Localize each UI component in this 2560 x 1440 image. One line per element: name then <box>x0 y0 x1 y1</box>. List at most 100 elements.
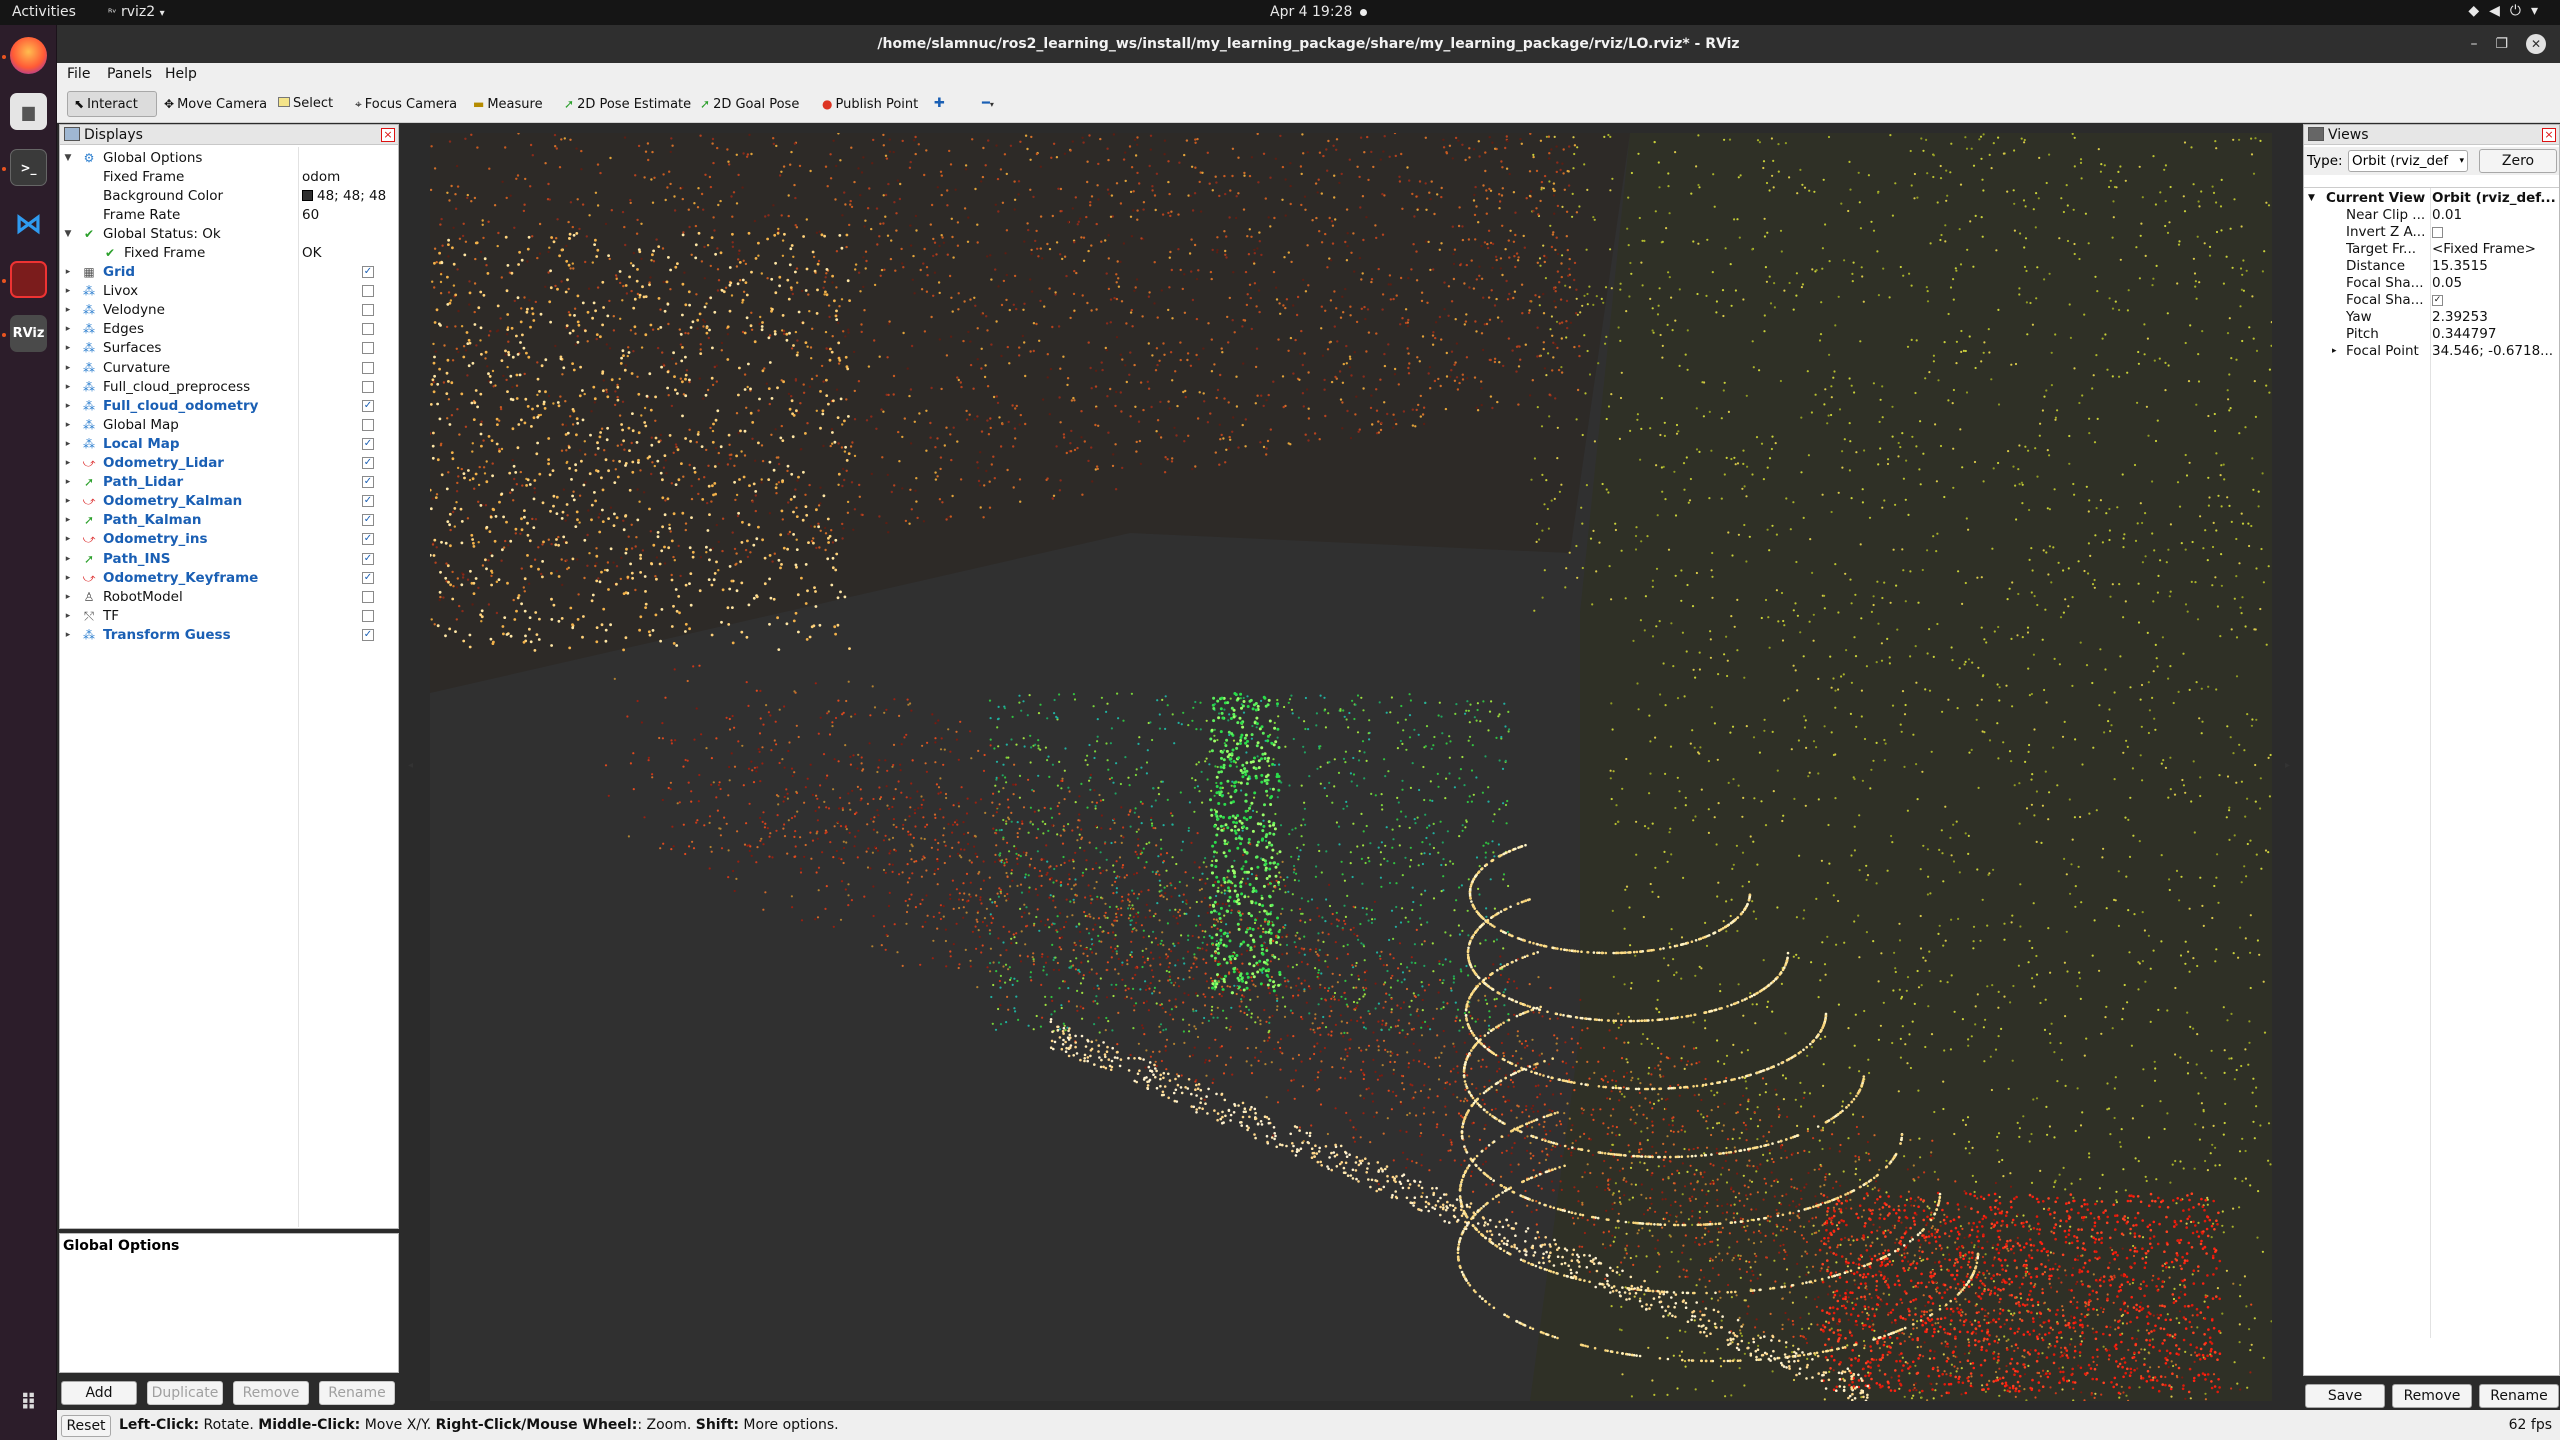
apps-grid-icon[interactable]: ⠿ <box>10 1385 47 1422</box>
window-titlebar[interactable]: /home/slamnuc/ros2_learning_ws/install/m… <box>57 25 2560 63</box>
expand-arrow-icon[interactable]: ▸ <box>62 511 74 530</box>
expand-arrow-icon[interactable]: ▸ <box>62 454 74 473</box>
display-item-row[interactable]: ▸ ⁂ Full_cloud_odometry ✓ <box>60 397 398 416</box>
expand-arrow-icon[interactable]: ▸ <box>62 301 74 320</box>
render-3d-viewport[interactable] <box>430 133 2272 1401</box>
close-icon[interactable]: × <box>381 128 395 142</box>
activities-button[interactable]: Activities <box>12 4 76 20</box>
display-enable-checkbox[interactable]: ✓ <box>362 476 374 489</box>
menu-file[interactable]: File <box>67 66 90 82</box>
expand-arrow-icon[interactable]: ▸ <box>62 588 74 607</box>
display-enable-checkbox[interactable]: ✓ <box>362 533 374 546</box>
expand-arrow-icon[interactable]: ▸ <box>62 492 74 511</box>
remove-display-button[interactable]: Remove <box>233 1381 309 1405</box>
display-item-row[interactable]: ▸ ⤻ Odometry_Kalman ✓ <box>60 492 398 511</box>
status-fixed-frame-row[interactable]: ✔ Fixed Frame OK <box>60 244 398 263</box>
expand-arrow-icon[interactable]: ▼ <box>62 149 74 168</box>
display-enable-checkbox[interactable]: ✓ <box>362 266 374 278</box>
display-enable-checkbox[interactable]: ✓ <box>362 457 374 469</box>
menu-panels[interactable]: Panels <box>107 66 152 82</box>
display-item-row[interactable]: ▸ ⤲ TF <box>60 607 398 626</box>
goal-pose-tool[interactable]: ➚ 2D Goal Pose <box>693 91 806 117</box>
screenshot-icon[interactable] <box>10 261 47 298</box>
display-item-row[interactable]: ▸ ⤻ Odometry_Lidar ✓ <box>60 454 398 473</box>
global-status-row[interactable]: ▼ ✔ Global Status: Ok <box>60 225 398 244</box>
display-enable-checkbox[interactable] <box>362 323 374 336</box>
expand-arrow-icon[interactable]: ▸ <box>62 435 74 454</box>
expand-arrow-icon[interactable]: ▸ <box>62 282 74 301</box>
right-splitter-handle[interactable]: ▸ <box>2285 760 2290 771</box>
expand-arrow-icon[interactable]: ▸ <box>62 550 74 569</box>
display-enable-checkbox[interactable] <box>362 285 374 298</box>
display-enable-checkbox[interactable] <box>362 342 374 355</box>
background-color-row[interactable]: Background Color 48; 48; 48 <box>60 187 398 206</box>
display-enable-checkbox[interactable]: ✓ <box>362 571 374 584</box>
display-enable-checkbox[interactable]: ✓ <box>362 437 374 450</box>
publish-point-tool[interactable]: ● Publish Point <box>815 91 925 117</box>
expand-arrow-icon[interactable]: ▸ <box>62 607 74 626</box>
display-enable-checkbox[interactable] <box>362 304 374 317</box>
display-item-row[interactable]: ▸ ⁂ Livox <box>60 282 398 301</box>
clock[interactable]: Apr 4 19:28 <box>1270 4 1368 20</box>
add-tool-button[interactable]: ✚ <box>927 91 952 117</box>
maximize-icon[interactable]: ❐ <box>2495 36 2526 52</box>
display-item-row[interactable]: ▸ ⁂ Full_cloud_preprocess <box>60 378 398 397</box>
interact-tool[interactable]: ⬉ Interact <box>67 91 157 117</box>
display-item-row[interactable]: ▸ ▦ Grid ✓ <box>60 263 398 282</box>
expand-arrow-icon[interactable]: ▸ <box>62 569 74 588</box>
display-item-row[interactable]: ▸ ➚ Path_Kalman ✓ <box>60 511 398 530</box>
add-display-button[interactable]: Add <box>61 1381 137 1405</box>
app-menu[interactable]: ᴿᵛ rviz2 ▾ <box>108 4 165 20</box>
expand-arrow-icon[interactable]: ▸ <box>62 263 74 282</box>
pose-estimate-tool[interactable]: ➚ 2D Pose Estimate <box>557 91 698 117</box>
background-color-value[interactable]: 48; 48; 48 <box>302 187 386 206</box>
display-item-row[interactable]: ▸ ⁂ Edges <box>60 320 398 339</box>
display-enable-checkbox[interactable] <box>362 361 374 374</box>
display-item-row[interactable]: ▸ ⁂ Curvature <box>60 359 398 378</box>
duplicate-display-button[interactable]: Duplicate <box>147 1381 223 1405</box>
display-enable-checkbox[interactable]: ✓ <box>362 514 374 527</box>
display-enable-checkbox[interactable] <box>362 609 374 622</box>
rviz-icon[interactable]: RViz <box>10 315 47 352</box>
system-tray[interactable]: ◆◀⏻▾ <box>2468 3 2548 19</box>
display-enable-checkbox[interactable] <box>362 590 374 603</box>
display-item-row[interactable]: ▸ ➚ Path_INS ✓ <box>60 550 398 569</box>
display-item-row[interactable]: ▸ ⁂ Global Map <box>60 416 398 435</box>
display-item-row[interactable]: ▸ ⤻ Odometry_Keyframe ✓ <box>60 569 398 588</box>
expand-arrow-icon[interactable]: ▸ <box>62 416 74 435</box>
terminal-icon[interactable]: >_ <box>10 149 47 186</box>
expand-arrow-icon[interactable]: ▸ <box>62 378 74 397</box>
display-enable-checkbox[interactable] <box>362 380 374 393</box>
firefox-icon[interactable] <box>10 37 47 74</box>
display-item-row[interactable]: ▸ ♙ RobotModel <box>60 588 398 607</box>
close-icon[interactable]: ✕ <box>2526 34 2546 54</box>
display-enable-checkbox[interactable]: ✓ <box>362 399 374 412</box>
fixed-frame-row[interactable]: Fixed Frame odom <box>60 168 398 187</box>
expand-arrow-icon[interactable]: ▸ <box>62 359 74 378</box>
expand-arrow-icon[interactable]: ▼ <box>62 225 74 244</box>
measure-tool[interactable]: ▬ Measure <box>466 91 550 117</box>
display-item-row[interactable]: ▸ ⤻ Odometry_ins ✓ <box>60 530 398 549</box>
menu-help[interactable]: Help <box>165 66 197 82</box>
display-enable-checkbox[interactable]: ✓ <box>362 552 374 565</box>
fixed-frame-value[interactable]: odom <box>302 168 340 187</box>
left-splitter-handle[interactable]: ◂ <box>408 760 413 771</box>
display-item-row[interactable]: ▸ ⁂ Transform Guess ✓ <box>60 626 398 645</box>
expand-arrow-icon[interactable]: ▸ <box>62 530 74 549</box>
display-item-row[interactable]: ▸ ⁂ Velodyne <box>60 301 398 320</box>
display-enable-checkbox[interactable]: ✓ <box>362 495 374 508</box>
display-item-row[interactable]: ▸ ⁂ Local Map ✓ <box>60 435 398 454</box>
focus-camera-tool[interactable]: ⌖ Focus Camera <box>348 91 464 117</box>
display-enable-checkbox[interactable] <box>362 418 374 431</box>
move-camera-tool[interactable]: ✥ Move Camera <box>157 91 274 117</box>
display-enable-checkbox[interactable]: ✓ <box>362 628 374 641</box>
rename-display-button[interactable]: Rename <box>319 1381 395 1405</box>
global-options-row[interactable]: ▼ ⚙ Global Options <box>60 149 398 168</box>
expand-arrow-icon[interactable]: ▸ <box>62 339 74 358</box>
expand-arrow-icon[interactable]: ▸ <box>62 397 74 416</box>
minimize-icon[interactable]: – <box>2470 36 2495 52</box>
expand-arrow-icon[interactable]: ▸ <box>62 626 74 645</box>
frame-rate-row[interactable]: Frame Rate 60 <box>60 206 398 225</box>
frame-rate-value[interactable]: 60 <box>302 206 319 225</box>
expand-arrow-icon[interactable]: ▸ <box>62 320 74 339</box>
